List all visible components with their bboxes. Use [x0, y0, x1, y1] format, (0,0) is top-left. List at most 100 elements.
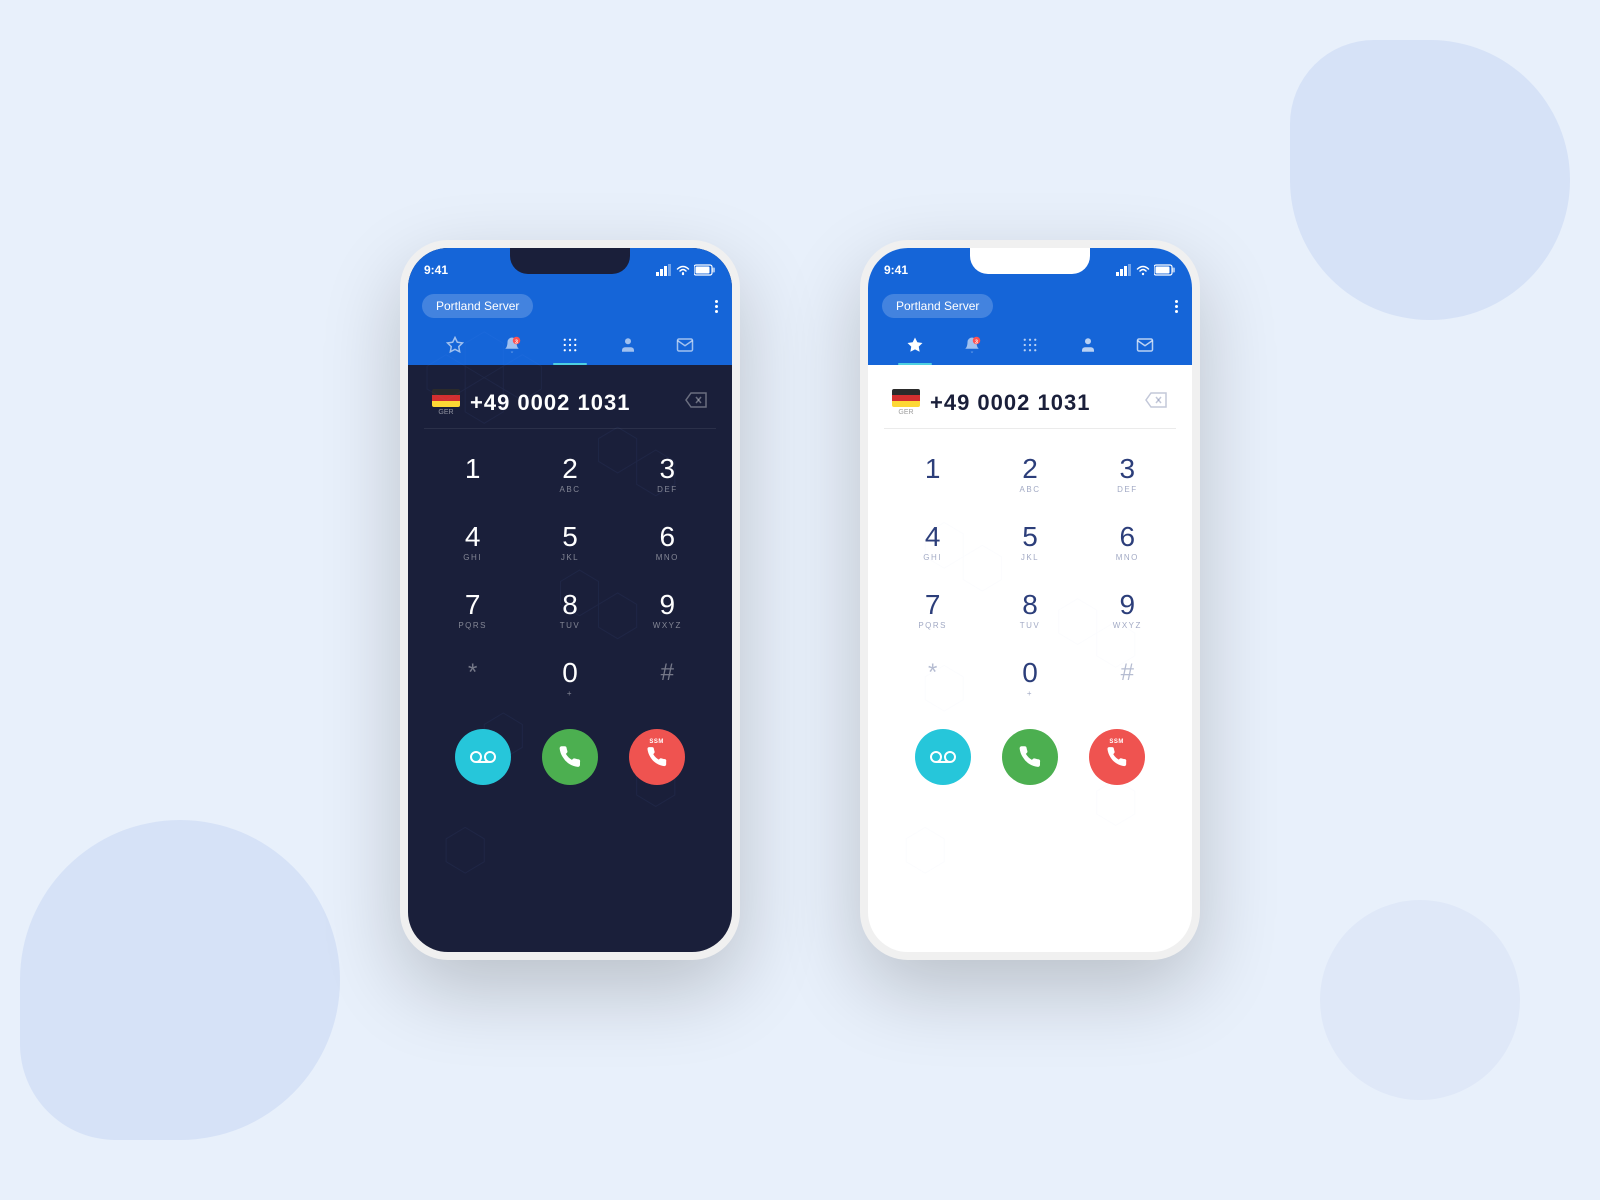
- call-btn-dark[interactable]: [542, 729, 598, 785]
- ssm-btn-dark[interactable]: SSM: [629, 729, 685, 785]
- key-7-dark[interactable]: 7 PQRS: [424, 577, 521, 645]
- country-label-light: GER: [898, 409, 913, 416]
- key-5-light[interactable]: 5 JKL: [981, 509, 1078, 577]
- server-badge-dark[interactable]: Portland Server: [422, 294, 533, 318]
- phone-number-dark: +49 0002 1031: [470, 390, 630, 416]
- call-btn-light[interactable]: [1002, 729, 1058, 785]
- key-1-light[interactable]: 1: [884, 441, 981, 509]
- bg-decoration-2: [1290, 40, 1570, 320]
- number-left-light: GER +49 0002 1031: [892, 389, 1090, 416]
- key-star-dark[interactable]: *: [424, 645, 521, 713]
- more-menu-light[interactable]: [1175, 300, 1178, 313]
- key-9-dark[interactable]: 9 WXYZ: [619, 577, 716, 645]
- tab-recents-dark[interactable]: 3: [484, 328, 542, 365]
- star-icon-dark: [446, 336, 464, 359]
- flag-stripe-l3: [892, 401, 920, 407]
- header-top-light: Portland Server: [882, 294, 1178, 318]
- svg-text:3: 3: [975, 340, 978, 346]
- voicemail-icon-dark: [470, 749, 496, 765]
- tab-contacts-light[interactable]: [1059, 328, 1117, 365]
- tab-messages-dark[interactable]: [656, 328, 714, 365]
- voicemail-btn-dark[interactable]: [455, 729, 511, 785]
- ssm-btn-light[interactable]: SSM: [1089, 729, 1145, 785]
- svg-text:3: 3: [515, 340, 518, 346]
- tab-keypad-dark[interactable]: [541, 328, 599, 365]
- bottom-actions-dark: SSM: [424, 717, 716, 793]
- key-star-light[interactable]: *: [884, 645, 981, 713]
- call-icon-light: [1018, 745, 1042, 769]
- notch-dark: [510, 248, 630, 274]
- tab-contacts-dark[interactable]: [599, 328, 657, 365]
- key-2-dark[interactable]: 2 ABC: [521, 441, 618, 509]
- flag-container-light: GER: [892, 389, 920, 416]
- key-7-light[interactable]: 7 PQRS: [884, 577, 981, 645]
- key-1-dark[interactable]: 1: [424, 441, 521, 509]
- server-badge-light[interactable]: Portland Server: [882, 294, 993, 318]
- app-header-dark: Portland Server: [408, 286, 732, 365]
- key-hash-dark[interactable]: #: [619, 645, 716, 713]
- more-menu-dark[interactable]: [715, 300, 718, 313]
- tab-favorites-light[interactable]: [886, 328, 944, 365]
- phone-number-light: +49 0002 1031: [930, 390, 1090, 416]
- tab-messages-light[interactable]: [1116, 328, 1174, 365]
- voicemail-icon-light: [930, 749, 956, 765]
- wifi-icon-dark: [676, 264, 690, 276]
- more-dot-l1: [1175, 300, 1178, 303]
- bell-icon-dark: 3: [503, 336, 521, 359]
- key-4-light[interactable]: 4 GHI: [884, 509, 981, 577]
- messages-icon-dark: [676, 336, 694, 359]
- tab-favorites-dark[interactable]: [426, 328, 484, 365]
- key-hash-light[interactable]: #: [1079, 645, 1176, 713]
- key-8-dark[interactable]: 8 TUV: [521, 577, 618, 645]
- messages-icon-light: [1136, 336, 1154, 359]
- number-display-dark: GER +49 0002 1031: [424, 381, 716, 429]
- key-5-dark[interactable]: 5 JKL: [521, 509, 618, 577]
- keypad-dark: 1 2 ABC 3 DEF 4 GHI 5 JKL 6 MNO: [424, 437, 716, 717]
- more-dot-l2: [1175, 305, 1178, 308]
- dialer-body-dark: GER +49 0002 1031 1 2 ABC: [408, 365, 732, 805]
- bell-icon-light: 3: [963, 336, 981, 359]
- backspace-btn-dark[interactable]: [684, 390, 708, 415]
- status-time-dark: 9:41: [424, 263, 448, 277]
- phone-light: 9:41 Portland Server: [860, 240, 1200, 960]
- country-label-dark: GER: [438, 409, 453, 416]
- backspace-btn-light[interactable]: [1144, 390, 1168, 415]
- battery-icon-light: [1154, 264, 1176, 276]
- key-8-light[interactable]: 8 TUV: [981, 577, 1078, 645]
- key-6-dark[interactable]: 6 MNO: [619, 509, 716, 577]
- german-flag-light: [892, 389, 920, 407]
- ssm-label-dark: SSM: [649, 739, 664, 746]
- bg-decoration-1: [20, 820, 340, 1140]
- nav-tabs-light: 3: [882, 328, 1178, 365]
- phone-dark: 9:41 Po: [400, 240, 740, 960]
- key-3-dark[interactable]: 3 DEF: [619, 441, 716, 509]
- tab-keypad-light[interactable]: [1001, 328, 1059, 365]
- backspace-icon-dark: [684, 390, 708, 410]
- keypad-icon-light: [1021, 336, 1039, 359]
- key-3-light[interactable]: 3 DEF: [1079, 441, 1176, 509]
- key-4-dark[interactable]: 4 GHI: [424, 509, 521, 577]
- contacts-icon-dark: [619, 336, 637, 359]
- ssm-icon-light: [1106, 746, 1128, 768]
- ssm-icon-dark: [646, 746, 668, 768]
- keypad-light: 1 2 ABC 3 DEF 4 GHI 5 JKL 6 MNO: [884, 437, 1176, 717]
- call-icon-dark: [558, 745, 582, 769]
- more-dot-1: [715, 300, 718, 303]
- key-9-light[interactable]: 9 WXYZ: [1079, 577, 1176, 645]
- backspace-icon-light: [1144, 390, 1168, 410]
- german-flag-dark: [432, 389, 460, 407]
- voicemail-btn-light[interactable]: [915, 729, 971, 785]
- keypad-icon-dark: [561, 336, 579, 359]
- more-dot-l3: [1175, 310, 1178, 313]
- star-icon-light: [906, 336, 924, 359]
- bg-decoration-3: [1320, 900, 1520, 1100]
- status-time-light: 9:41: [884, 263, 908, 277]
- key-0-light[interactable]: 0 +: [981, 645, 1078, 713]
- key-0-dark[interactable]: 0 +: [521, 645, 618, 713]
- number-display-light: GER +49 0002 1031: [884, 381, 1176, 429]
- key-6-light[interactable]: 6 MNO: [1079, 509, 1176, 577]
- tab-recents-light[interactable]: 3: [944, 328, 1002, 365]
- contacts-icon-light: [1079, 336, 1097, 359]
- key-2-light[interactable]: 2 ABC: [981, 441, 1078, 509]
- flag-stripe-3: [432, 401, 460, 407]
